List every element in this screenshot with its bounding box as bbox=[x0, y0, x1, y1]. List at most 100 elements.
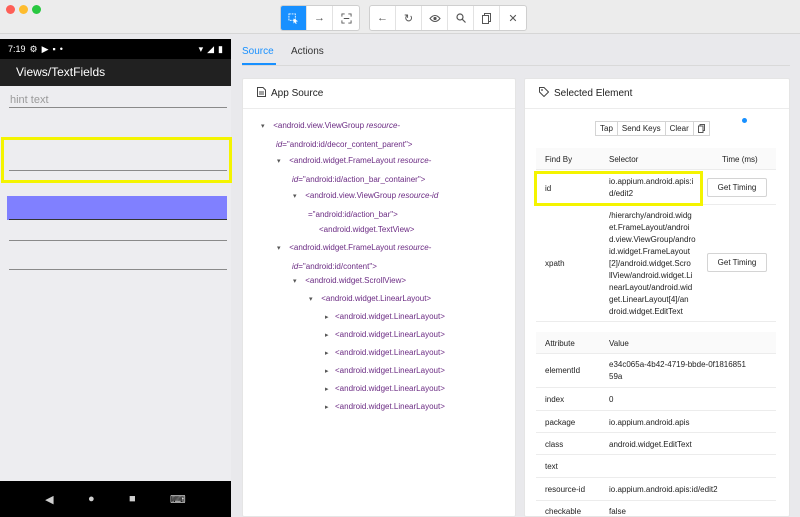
attribute-name: elementId bbox=[545, 366, 581, 375]
signal-icon: ◢ bbox=[207, 43, 215, 54]
selector-heading: Selector bbox=[609, 155, 639, 164]
tag-icon bbox=[539, 87, 550, 100]
tap-button[interactable]: Tap bbox=[595, 121, 618, 136]
attribute-name: package bbox=[545, 418, 576, 427]
attribute-name: checkable bbox=[545, 507, 582, 516]
node-attr: resource-id bbox=[398, 191, 439, 200]
settings-icon: ⚙ bbox=[29, 43, 38, 54]
text-field-1[interactable] bbox=[9, 107, 227, 108]
tree-expand-icon[interactable]: ▾ bbox=[277, 240, 287, 258]
close-window-button[interactable] bbox=[6, 5, 15, 14]
tree-node[interactable]: ▾ <android.widget.FrameLayout resource- … bbox=[277, 152, 431, 188]
node-attr: id bbox=[276, 139, 283, 149]
nav-back-icon[interactable]: ◀ bbox=[45, 493, 53, 506]
tree-expand-icon[interactable]: ▾ bbox=[293, 273, 303, 291]
tree-expand-icon[interactable]: ▾ bbox=[277, 153, 287, 171]
value-heading: Value bbox=[609, 339, 629, 348]
clear-button[interactable]: Clear bbox=[664, 121, 694, 136]
attribute-value[interactable]: android.widget.EditText bbox=[609, 440, 692, 449]
selected-element-title: Selected Element bbox=[554, 88, 633, 99]
text-field-4[interactable] bbox=[9, 240, 227, 241]
copy-xml-icon[interactable] bbox=[474, 6, 500, 30]
refresh-icon[interactable]: ↻ bbox=[396, 6, 422, 30]
attribute-name: text bbox=[545, 462, 558, 471]
node-attr: id bbox=[292, 174, 299, 184]
tree-expand-icon[interactable]: ▾ bbox=[293, 188, 303, 206]
tree-node[interactable]: ▾ <android.view.ViewGroup resource- id="… bbox=[261, 117, 412, 153]
text-field-3[interactable] bbox=[9, 219, 227, 220]
minimize-window-button[interactable] bbox=[19, 5, 28, 14]
attribute-value[interactable]: io.appium.android.apis:id/edit2 bbox=[609, 485, 718, 494]
loading-indicator bbox=[742, 118, 747, 123]
node-tag: <android.widget.LinearLayout> bbox=[335, 330, 445, 339]
nav-recents-icon[interactable]: ■ bbox=[129, 493, 136, 505]
find-by-row-xpath: xpath /hierarchy/android.widg et.FrameLa… bbox=[536, 205, 776, 322]
tree-node[interactable]: ▸ <android.widget.LinearLayout> bbox=[325, 398, 445, 417]
tree-node[interactable]: ▾ <android.view.ViewGroup resource-id ="… bbox=[293, 187, 438, 223]
tree-expand-icon[interactable]: ▾ bbox=[261, 118, 271, 136]
node-tag: <android.widget.FrameLayout bbox=[289, 156, 396, 165]
play-icon: ▶ bbox=[41, 43, 49, 54]
quit-icon[interactable]: ✕ bbox=[500, 6, 526, 30]
selected-element-overlay[interactable] bbox=[7, 196, 227, 220]
tree-node[interactable]: ▾ <android.widget.LinearLayout> bbox=[309, 290, 431, 309]
node-tag: <android.view.ViewGroup bbox=[305, 191, 397, 200]
node-value: ="android:id/content"> bbox=[298, 261, 377, 271]
tap-coordinates-icon[interactable] bbox=[333, 6, 359, 30]
tree-collapse-icon[interactable]: ▸ bbox=[325, 363, 335, 381]
attribute-row: package io.appium.android.apis bbox=[536, 411, 776, 433]
copy-attributes-icon[interactable] bbox=[692, 121, 710, 136]
node-value: ="android:id/action_bar"> bbox=[308, 209, 398, 219]
tree-node[interactable]: ▾ <android.widget.FrameLayout resource- … bbox=[277, 239, 431, 275]
tab-actions[interactable]: Actions bbox=[291, 46, 324, 57]
node-tag: <android.widget.TextView> bbox=[319, 225, 415, 234]
swipe-icon[interactable]: → bbox=[307, 6, 333, 30]
tab-source[interactable]: Source bbox=[242, 46, 274, 57]
selector-value[interactable]: /hierarchy/android.widg et.FrameLayout/a… bbox=[609, 210, 696, 318]
tree-node[interactable]: ▸ <android.widget.LinearLayout> bbox=[325, 362, 445, 381]
app-title: Views/TextFields bbox=[16, 65, 106, 79]
zoom-window-button[interactable] bbox=[32, 5, 41, 14]
tree-collapse-icon[interactable]: ▸ bbox=[325, 327, 335, 345]
attribute-value[interactable]: false bbox=[609, 507, 626, 516]
notification-dot-icon: • bbox=[59, 44, 63, 54]
get-timing-button[interactable]: Get Timing bbox=[707, 178, 767, 197]
time-heading: Time (ms) bbox=[722, 155, 758, 164]
text-field-5[interactable] bbox=[9, 269, 227, 270]
tree-node[interactable]: ▸ <android.widget.LinearLayout> bbox=[325, 308, 445, 327]
back-icon[interactable]: ← bbox=[370, 6, 396, 30]
attribute-heading: Attribute bbox=[545, 339, 575, 348]
device-screenshot: 7:19 ⚙ ▶ ▪ • ▾ ◢ ▮ Views/TextFields hint… bbox=[0, 39, 231, 517]
tree-collapse-icon[interactable]: ▸ bbox=[325, 381, 335, 399]
attribute-value[interactable]: e34c065a-4b42-4719-bbde-0f1816851 59a bbox=[609, 359, 746, 383]
tree-collapse-icon[interactable]: ▸ bbox=[325, 345, 335, 363]
show-hide-icon[interactable] bbox=[422, 6, 448, 30]
attribute-row: text bbox=[536, 455, 776, 478]
tree-node[interactable]: ▸ <android.widget.LinearLayout> bbox=[325, 380, 445, 399]
get-timing-button[interactable]: Get Timing bbox=[707, 253, 767, 272]
attribute-value[interactable]: io.appium.android.apis bbox=[609, 418, 690, 427]
search-icon[interactable] bbox=[448, 6, 474, 30]
battery-icon: ▮ bbox=[218, 43, 223, 54]
keyboard-icon[interactable]: ⌨ bbox=[170, 493, 186, 506]
wifi-icon: ▾ bbox=[198, 43, 204, 54]
node-attr: id bbox=[292, 261, 299, 271]
nav-home-icon[interactable]: ● bbox=[88, 493, 95, 505]
app-source-header: App Source bbox=[243, 79, 515, 109]
send-keys-button[interactable]: Send Keys bbox=[616, 121, 666, 136]
attribute-name: class bbox=[545, 440, 564, 449]
tree-node[interactable]: ▸ <android.widget.LinearLayout> bbox=[325, 344, 445, 363]
tree-collapse-icon[interactable]: ▸ bbox=[325, 399, 335, 417]
select-element-icon[interactable] bbox=[281, 6, 307, 30]
actions-toolbar: ← ↻ ✕ bbox=[369, 5, 527, 31]
device-nav-bar: ◀ ● ■ ⌨ bbox=[0, 481, 231, 517]
tree-expand-icon[interactable]: ▾ bbox=[309, 291, 319, 309]
find-by-strategy: xpath bbox=[545, 259, 565, 268]
tree-collapse-icon[interactable]: ▸ bbox=[325, 309, 335, 327]
tree-node[interactable]: ▾ <android.widget.ScrollView> bbox=[293, 272, 406, 291]
attribute-row: checkable false bbox=[536, 501, 776, 517]
tree-node[interactable]: ▸ <android.widget.LinearLayout> bbox=[325, 326, 445, 345]
window-titlebar: → ← ↻ ✕ bbox=[0, 0, 800, 34]
tree-node[interactable]: <android.widget.TextView> bbox=[319, 221, 414, 239]
attribute-value[interactable]: 0 bbox=[609, 395, 613, 404]
